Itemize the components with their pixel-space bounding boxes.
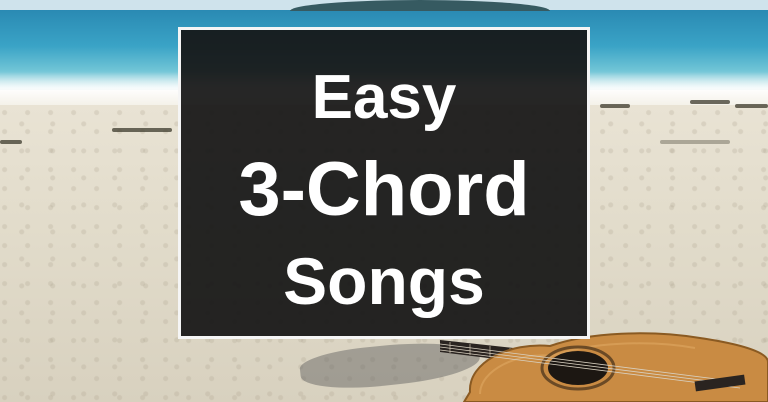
title-panel: Easy 3-Chord Songs (178, 27, 590, 339)
title-line-easy: Easy (311, 63, 457, 132)
seaweed (690, 100, 730, 104)
seaweed (600, 104, 630, 108)
seaweed (660, 140, 730, 144)
seaweed (112, 128, 172, 132)
title-line-songs: Songs (283, 244, 485, 318)
title-line-3-chord: 3-Chord (238, 147, 530, 232)
seaweed (0, 140, 22, 144)
seaweed (735, 104, 768, 108)
